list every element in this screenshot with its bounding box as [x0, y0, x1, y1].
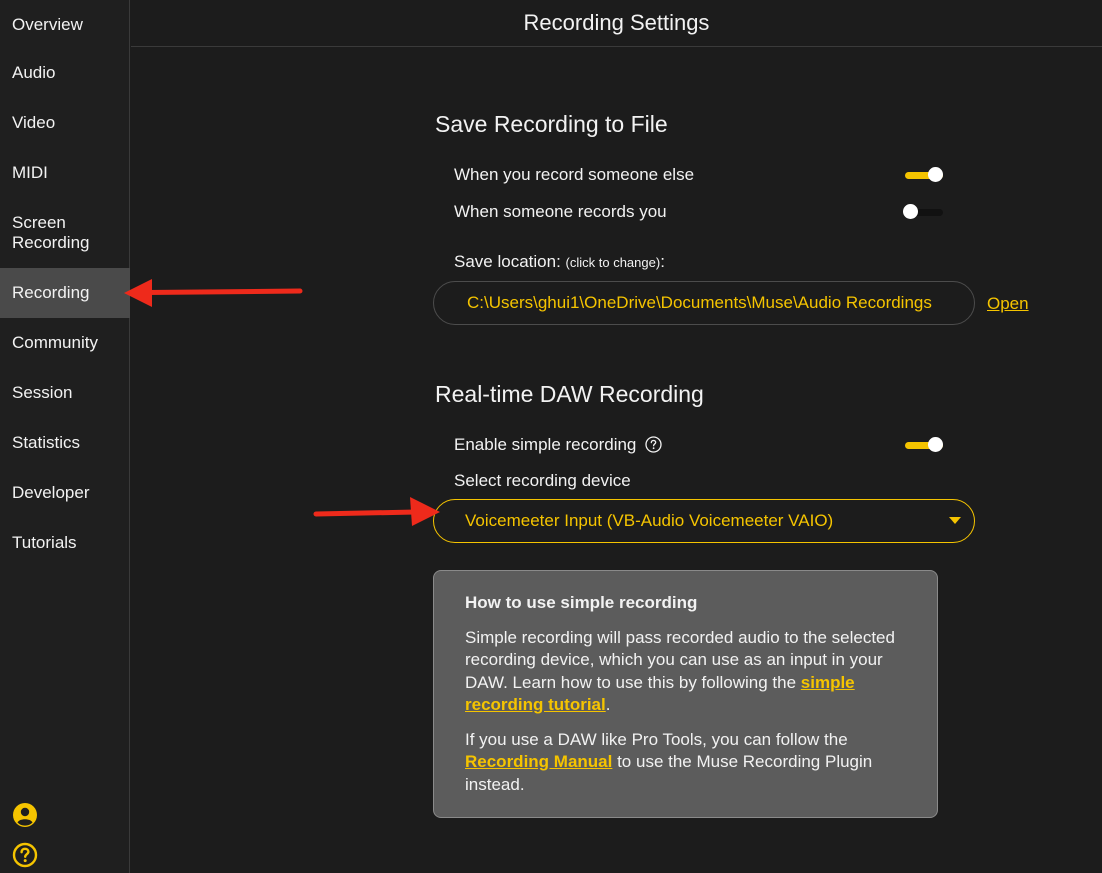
someone-records-you-toggle[interactable]: [903, 204, 943, 220]
sidebar-item-recording[interactable]: Recording: [0, 268, 130, 318]
select-device-label: Select recording device: [454, 471, 631, 490]
enable-simple-recording-text: Enable simple recording: [454, 435, 637, 454]
question-icon[interactable]: [645, 436, 662, 453]
annotation-arrow-icon: [313, 497, 440, 526]
help-paragraph-1-end: .: [605, 695, 611, 714]
someone-records-you-label: When someone records you: [454, 202, 667, 221]
open-folder-link[interactable]: Open: [987, 294, 1029, 314]
enable-simple-recording-label: Enable simple recording: [454, 435, 662, 455]
sidebar-item-audio[interactable]: Audio: [0, 48, 130, 98]
daw-section-title: Real-time DAW Recording: [435, 381, 704, 407]
save-location-colon: :: [660, 252, 665, 271]
save-location-label: Save location: (click to change):: [454, 252, 665, 272]
sidebar-item-tutorials[interactable]: Tutorials: [0, 518, 130, 568]
help-paragraph-2: If you use a DAW like Pro Tools, you can…: [465, 729, 917, 797]
toggle-knob: [928, 437, 943, 452]
sidebar-item-label: Tutorials: [12, 533, 77, 552]
recording-device-value: Voicemeeter Input (VB-Audio Voicemeeter …: [465, 511, 834, 530]
annotation-arrow-icon: [124, 279, 303, 307]
sidebar-item-label: Screen Recording: [12, 213, 90, 252]
sidebar-item-label: Audio: [12, 63, 56, 82]
sidebar-item-screen-recording[interactable]: Screen Recording: [0, 208, 130, 258]
enable-simple-recording-toggle[interactable]: [905, 437, 943, 453]
sidebar-item-label: Statistics: [12, 433, 81, 452]
help-paragraph-1: Simple recording will pass recorded audi…: [465, 627, 917, 717]
sidebar-item-label: Overview: [12, 15, 83, 34]
sidebar-item-label: MIDI: [12, 163, 48, 182]
sidebar-item-video[interactable]: Video: [0, 98, 130, 148]
help-info-box: How to use simple recording Simple recor…: [433, 570, 938, 818]
sidebar-item-label: Video: [12, 113, 56, 132]
help-paragraph-2-text: If you use a DAW like Pro Tools, you can…: [465, 729, 848, 749]
sidebar-item-overview[interactable]: Overview: [0, 0, 130, 50]
account-icon[interactable]: [12, 802, 38, 828]
toggle-knob: [928, 167, 943, 182]
sidebar-item-label: Developer: [12, 483, 90, 502]
recording-device-select[interactable]: Voicemeeter Input (VB-Audio Voicemeeter …: [433, 499, 975, 543]
sidebar-item-midi[interactable]: MIDI: [0, 148, 130, 198]
save-section-title: Save Recording to File: [435, 111, 668, 137]
sidebar-item-statistics[interactable]: Statistics: [0, 418, 130, 468]
help-heading: How to use simple recording: [465, 593, 698, 612]
save-location-hint: (click to change): [565, 255, 661, 270]
sidebar-item-label: Session: [12, 383, 73, 402]
record-someone-else-toggle[interactable]: [905, 167, 943, 183]
save-location-path: C:\Users\ghui1\OneDrive\Documents\Muse\A…: [467, 293, 932, 312]
sidebar-item-label: Community: [12, 333, 98, 352]
toggle-knob: [903, 204, 918, 219]
save-location-path-field[interactable]: C:\Users\ghui1\OneDrive\Documents\Muse\A…: [433, 281, 975, 325]
chevron-down-icon: [949, 517, 961, 524]
sidebar-item-label: Recording: [12, 283, 90, 302]
sidebar: Overview Audio Video MIDI Screen Recordi…: [0, 0, 130, 873]
recording-manual-link[interactable]: Recording Manual: [465, 752, 612, 771]
sidebar-item-developer[interactable]: Developer: [0, 468, 130, 518]
record-someone-else-label: When you record someone else: [454, 165, 695, 184]
page-title: Recording Settings: [131, 0, 1102, 47]
sidebar-item-session[interactable]: Session: [0, 368, 130, 418]
save-location-text: Save location:: [454, 252, 561, 271]
help-icon[interactable]: [12, 842, 38, 868]
sidebar-item-community[interactable]: Community: [0, 318, 130, 368]
page-title-text: Recording Settings: [523, 10, 710, 35]
